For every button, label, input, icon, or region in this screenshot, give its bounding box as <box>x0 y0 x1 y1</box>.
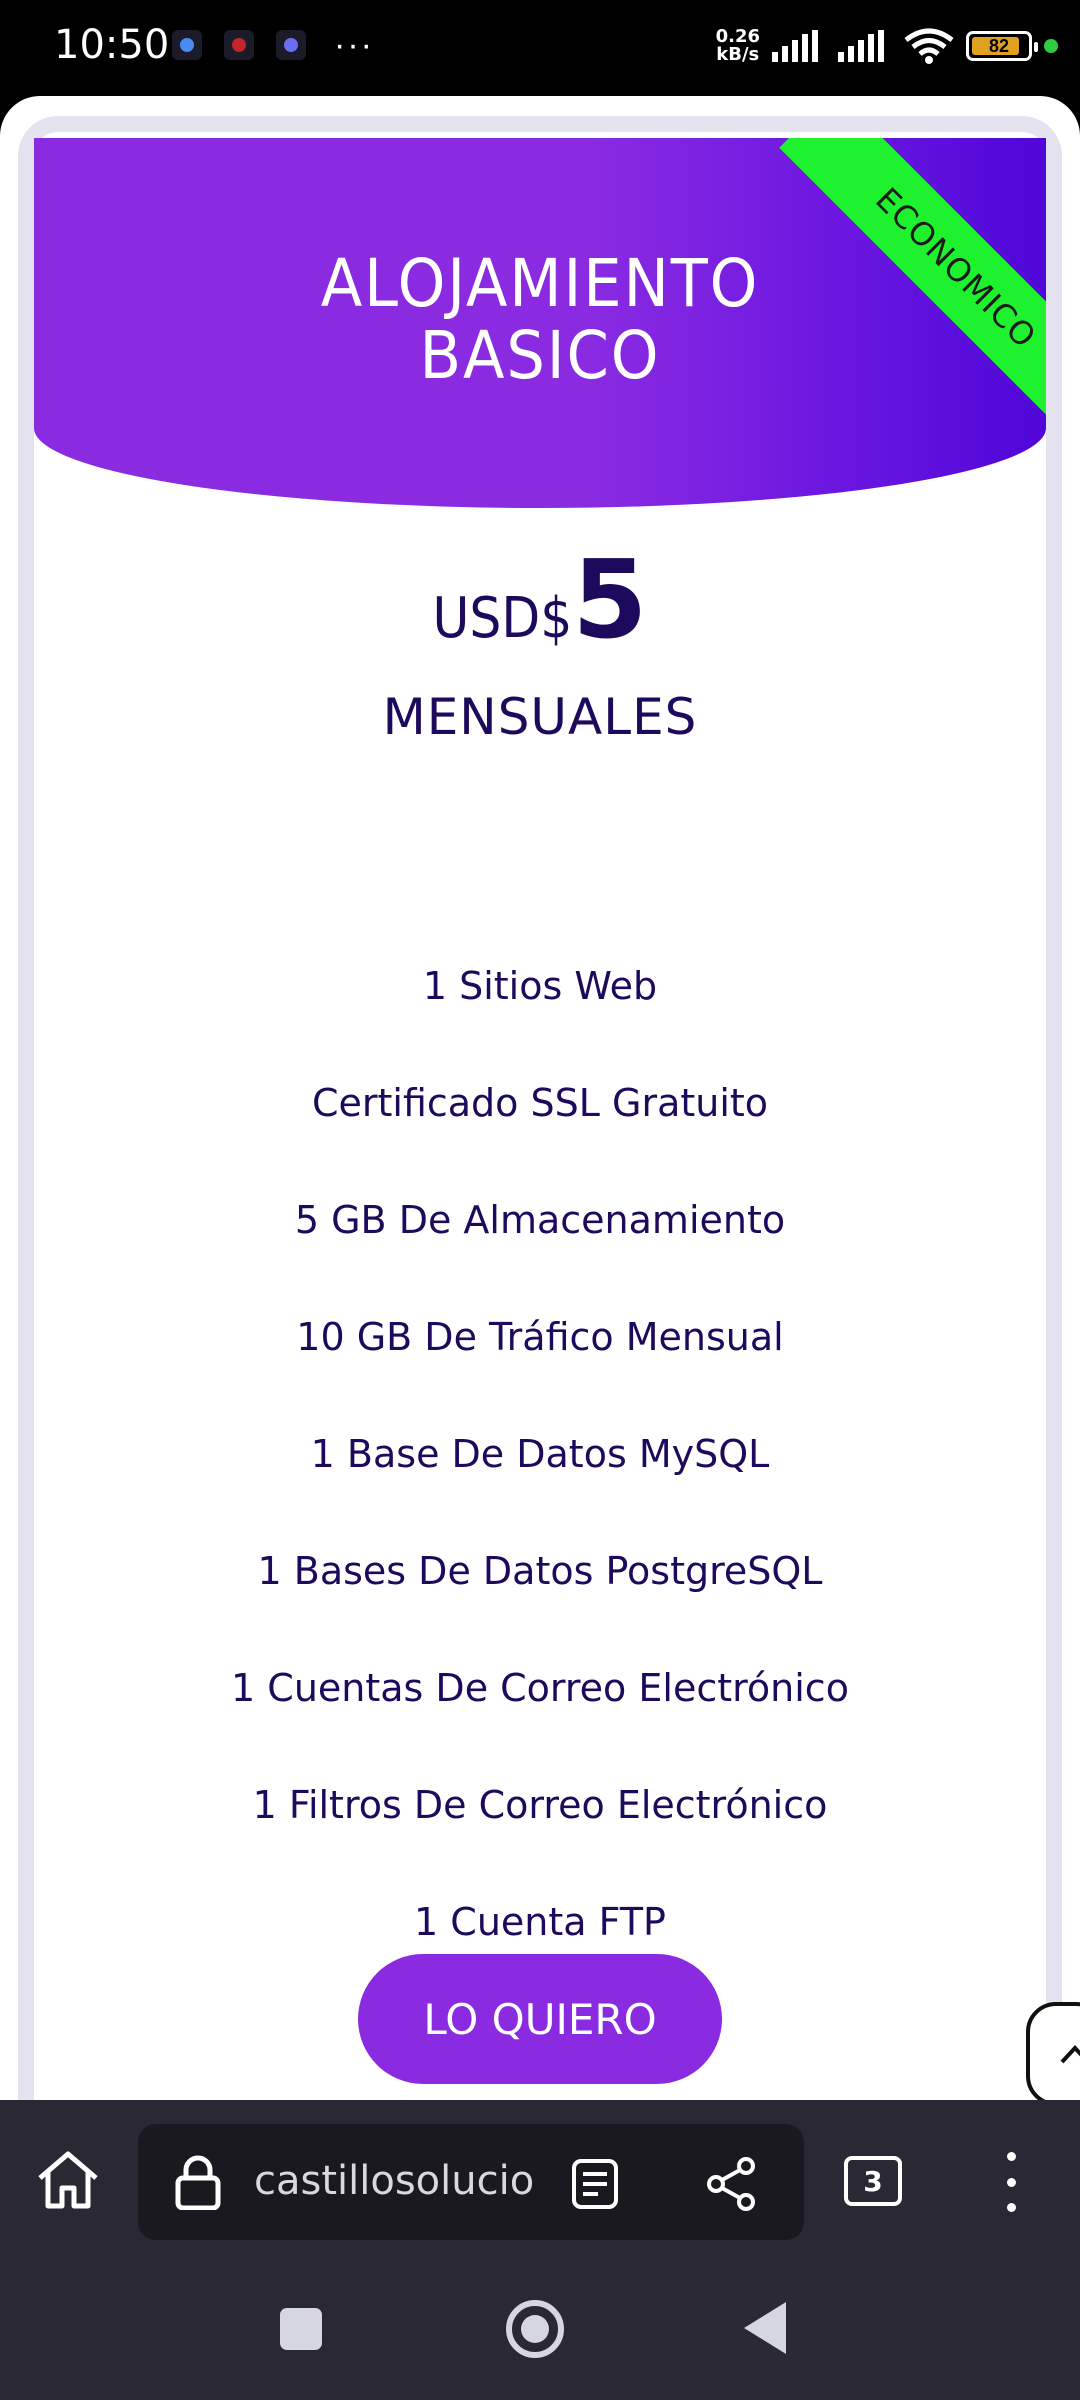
chevron-up-icon <box>1060 2045 1080 2064</box>
lo-quiero-button[interactable]: LO QUIERO <box>358 1954 722 2084</box>
price-amount: 5 <box>572 538 648 663</box>
chrome-app-icon <box>172 30 202 60</box>
overflow-menu-icon[interactable] <box>996 2152 1026 2212</box>
status-bar: 10:50 ··· 0.26 kB/s 82 <box>0 0 1080 96</box>
feature-item: 1 Filtros De Correo Electrónico <box>252 1783 828 1827</box>
price-currency: USD$ <box>432 586 573 651</box>
feature-item: Certificado SSL Gratuito <box>311 1081 769 1125</box>
features-list: 1 Sitios Web Certificado SSL Gratuito 5 … <box>34 928 1046 1981</box>
system-nav-bar <box>0 2260 1080 2400</box>
web-page: ECONOMICO ALOJAMIENTO BASICO USD$5 MENSU… <box>0 96 1080 2100</box>
signal-icon-2 <box>838 30 884 62</box>
price: USD$5 <box>34 538 1046 663</box>
recents-icon[interactable] <box>280 2308 322 2350</box>
plan-title-line2: BASICO <box>419 317 661 394</box>
share-icon[interactable] <box>704 2156 760 2212</box>
more-notifications-icon: ··· <box>334 26 374 64</box>
address-bar[interactable]: castillosolucio <box>138 2124 804 2240</box>
blue-app-icon <box>276 30 306 60</box>
plan-title-line1: ALOJAMIENTO <box>320 245 760 322</box>
browser-toolbar: castillosolucio 3 <box>0 2100 1080 2260</box>
home-nav-icon[interactable] <box>506 2300 564 2358</box>
feature-item: 5 GB De Almacenamiento <box>294 1198 786 1242</box>
feature-item: 10 GB De Tráfico Mensual <box>296 1315 784 1359</box>
wifi-icon <box>904 28 954 64</box>
back-icon[interactable] <box>744 2302 786 2354</box>
tab-switcher-button[interactable]: 3 <box>844 2156 902 2206</box>
lock-icon <box>175 2155 221 2210</box>
price-period: MENSUALES <box>382 688 698 746</box>
network-speed: 0.26 kB/s <box>716 28 760 64</box>
network-speed-unit: kB/s <box>716 44 760 65</box>
status-right: 0.26 kB/s 82 <box>716 28 1058 64</box>
red-app-icon <box>224 30 254 60</box>
feature-item: 1 Bases De Datos PostgreSQL <box>257 1549 823 1593</box>
signal-icon <box>772 30 818 62</box>
status-time: 10:50 <box>54 22 170 68</box>
battery-icon: 82 <box>966 31 1038 61</box>
notification-icons: ··· <box>172 26 374 64</box>
pricing-card: ECONOMICO ALOJAMIENTO BASICO USD$5 MENSU… <box>34 138 1046 2100</box>
battery-level: 82 <box>988 35 1010 56</box>
plan-title: ALOJAMIENTO BASICO <box>74 248 1005 392</box>
scroll-to-top-button[interactable] <box>1026 2002 1080 2100</box>
privacy-indicator-icon <box>1044 39 1058 53</box>
feature-item: 1 Sitios Web <box>422 964 658 1008</box>
feature-item: 1 Cuentas De Correo Electrónico <box>231 1666 849 1710</box>
home-icon[interactable] <box>34 2148 102 2212</box>
reader-mode-icon[interactable] <box>570 2158 620 2210</box>
feature-item: 1 Base De Datos MySQL <box>310 1432 770 1476</box>
